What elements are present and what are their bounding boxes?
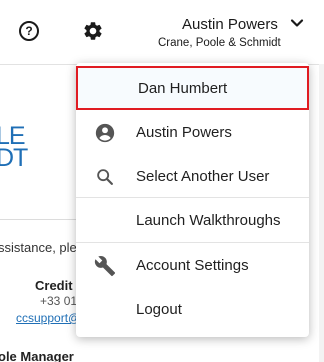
menu-item-label: Dan Humbert <box>138 79 228 97</box>
contact-phone: +33 01 <box>40 294 78 308</box>
top-header: ? Austin Powers Crane, Poole & Schmidt <box>0 0 324 64</box>
user-menu-toggle[interactable]: Austin Powers Crane, Poole & Schmidt <box>158 12 318 52</box>
menu-item-label: Select Another User <box>136 167 270 185</box>
search-icon <box>94 166 116 188</box>
menu-item-label: Austin Powers <box>136 123 232 141</box>
wrench-icon <box>94 255 116 277</box>
gear-icon[interactable] <box>82 20 104 42</box>
menu-item-label: Logout <box>136 300 182 318</box>
menu-item-label: Account Settings <box>136 256 249 274</box>
chevron-down-icon <box>290 16 304 30</box>
page: ? Austin Powers Crane, Poole & Schmidt L… <box>0 0 324 362</box>
role-heading: ole Manager <box>0 349 74 362</box>
menu-item-austin-powers[interactable]: Austin Powers <box>76 110 309 154</box>
account-circle-icon <box>94 122 116 144</box>
menu-item-logout[interactable]: Logout <box>76 287 309 331</box>
user-name: Austin Powers <box>182 16 278 33</box>
company-name: Crane, Poole & Schmidt <box>158 37 281 49</box>
assistance-text: ssistance, plea <box>0 240 84 255</box>
scroll-edge <box>319 64 324 362</box>
company-logo: LE DT <box>0 124 28 172</box>
menu-item-select-another-user[interactable]: Select Another User <box>76 154 309 198</box>
menu-item-dan-humbert[interactable]: Dan Humbert <box>76 66 309 110</box>
help-icon[interactable]: ? <box>19 21 39 41</box>
menu-item-launch-walkthroughs[interactable]: Launch Walkthroughs <box>76 198 309 242</box>
user-dropdown-menu: Dan Humbert Austin Powers Select Another… <box>76 63 309 337</box>
menu-item-account-settings[interactable]: Account Settings <box>76 243 309 287</box>
logo-line: DT <box>0 144 28 172</box>
contact-email-link[interactable]: ccsupport@ <box>16 311 80 325</box>
help-glyph: ? <box>25 24 33 38</box>
menu-item-label: Launch Walkthroughs <box>136 211 281 229</box>
